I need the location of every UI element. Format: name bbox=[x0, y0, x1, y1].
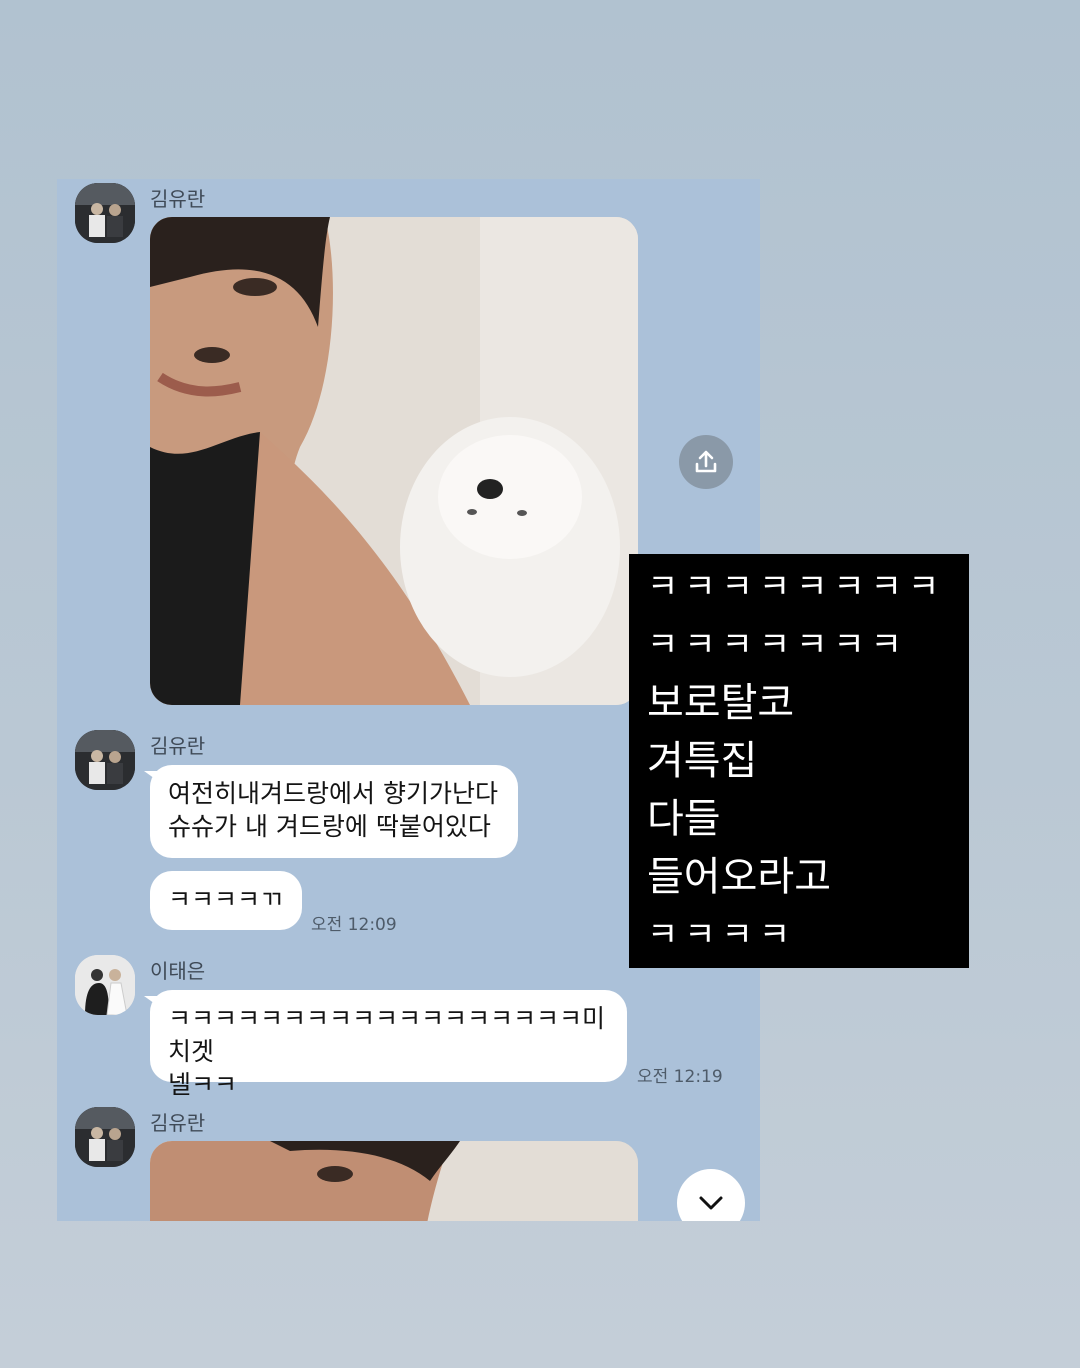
avatar[interactable] bbox=[75, 1107, 135, 1167]
sender-name: 이태은 bbox=[150, 959, 206, 983]
avatar[interactable] bbox=[75, 730, 135, 790]
caption-line: 겨특집 bbox=[647, 738, 758, 784]
share-icon bbox=[695, 450, 717, 473]
message-bubble[interactable]: ㅋㅋㅋㅋㄲ bbox=[150, 871, 302, 930]
message-bubble[interactable]: 여전히내겨드랑에서 향기가난다 슈슈가 내 겨드랑에 딱붙어있다 bbox=[144, 765, 518, 858]
caption-line: ㅋㅋㅋㅋㅋㅋㅋ bbox=[647, 625, 908, 665]
avatar[interactable] bbox=[75, 183, 135, 243]
caption-line: ㅋㅋㅋㅋ bbox=[647, 915, 797, 955]
chat-photo[interactable] bbox=[150, 1141, 638, 1221]
caption-line: 다들 bbox=[647, 796, 721, 842]
sender-name: 김유란 bbox=[150, 734, 206, 758]
caption-overlay: ㅋㅋㅋㅋㅋㅋㅋㅋ ㅋㅋㅋㅋㅋㅋㅋ 보로탈코 겨특집 다들 들어오라고 ㅋㅋㅋㅋ bbox=[629, 554, 969, 968]
caption-line: 들어오라고 bbox=[647, 854, 831, 900]
sender-name: 김유란 bbox=[150, 1111, 206, 1135]
message-time: 오전 12:19 bbox=[637, 1067, 723, 1087]
message-bubble[interactable]: ㅋㅋㅋㅋㅋㅋㅋㅋㅋㅋㅋㅋㅋㅋㅋㅋㅋㅋ미치겟 넬ㅋㅋ bbox=[144, 990, 627, 1099]
chevron-down-icon bbox=[699, 1196, 723, 1210]
caption-line: ㅋㅋㅋㅋㅋㅋㅋㅋ bbox=[647, 567, 946, 607]
caption-line: 보로탈코 bbox=[647, 680, 795, 726]
chat-photo[interactable] bbox=[150, 217, 638, 705]
share-button[interactable] bbox=[679, 435, 733, 489]
scroll-down-button[interactable] bbox=[677, 1169, 745, 1221]
avatar[interactable] bbox=[75, 955, 135, 1015]
message-time: 오전 12:09 bbox=[311, 915, 397, 935]
sender-name: 김유란 bbox=[150, 187, 206, 211]
